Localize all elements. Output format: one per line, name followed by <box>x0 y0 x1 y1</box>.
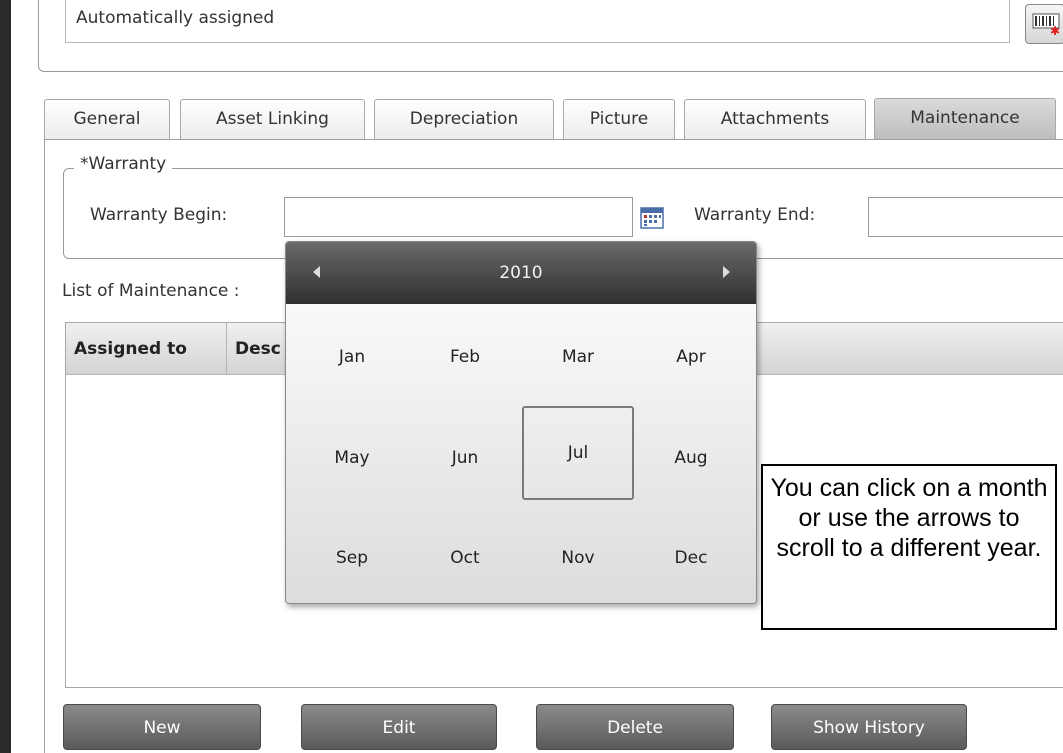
warranty-begin-label: Warranty Begin: <box>90 205 228 225</box>
tab-maintenance-label: Maintenance <box>910 108 1020 128</box>
calendar-icon <box>640 207 664 229</box>
tab-attachments-label: Attachments <box>720 109 830 129</box>
month-may[interactable]: May <box>296 411 408 505</box>
tab-attachments[interactable]: Attachments <box>684 99 866 139</box>
month-feb[interactable]: Feb <box>409 310 521 404</box>
warranty-begin-input[interactable] <box>284 197 633 237</box>
maintenance-list-label: List of Maintenance : <box>62 281 240 301</box>
warranty-end-input[interactable] <box>868 197 1063 237</box>
month-mar[interactable]: Mar <box>522 310 634 404</box>
tab-general[interactable]: General <box>44 99 170 139</box>
tab-depreciation-label: Depreciation <box>409 109 519 129</box>
edit-button[interactable]: Edit <box>301 704 497 750</box>
asset-id-field[interactable]: Automatically assigned <box>65 0 1010 43</box>
warranty-end-label: Warranty End: <box>694 205 816 225</box>
warranty-legend: *Warranty <box>74 154 173 174</box>
svg-text:✱: ✱ <box>1050 24 1060 35</box>
month-jan[interactable]: Jan <box>296 310 408 404</box>
month-jun[interactable]: Jun <box>409 411 521 505</box>
tab-picture[interactable]: Picture <box>563 99 675 139</box>
tab-depreciation[interactable]: Depreciation <box>374 99 554 139</box>
month-aug[interactable]: Aug <box>635 411 747 505</box>
month-oct[interactable]: Oct <box>409 511 521 605</box>
delete-button[interactable]: Delete <box>536 704 734 750</box>
year-label[interactable]: 2010 <box>286 242 756 304</box>
column-description-label: Desc <box>235 339 281 359</box>
triangle-right-icon[interactable] <box>723 266 730 278</box>
tab-asset-linking-label: Asset Linking <box>216 109 329 129</box>
instruction-callout: You can click on a month or use the arro… <box>761 464 1057 630</box>
month-dec[interactable]: Dec <box>635 511 747 605</box>
triangle-left-icon[interactable] <box>313 266 320 278</box>
show-history-button[interactable]: Show History <box>771 704 967 750</box>
month-jul[interactable]: Jul <box>522 406 634 500</box>
month-picker-popup: 2010 Jan Feb Mar Apr May Jun Jul Aug Sep… <box>285 241 757 604</box>
tab-asset-linking[interactable]: Asset Linking <box>180 99 365 139</box>
column-header-assigned-to[interactable]: Assigned to <box>66 323 227 375</box>
new-button[interactable]: New <box>63 704 261 750</box>
month-sep[interactable]: Sep <box>296 511 408 605</box>
tab-maintenance[interactable]: Maintenance <box>874 98 1056 140</box>
column-assigned-to-label: Assigned to <box>74 339 187 359</box>
tab-picture-label: Picture <box>589 109 649 129</box>
calendar-button[interactable] <box>638 204 670 236</box>
window-left-border <box>0 0 11 753</box>
month-nov[interactable]: Nov <box>522 511 634 605</box>
month-apr[interactable]: Apr <box>635 310 747 404</box>
tab-general-label: General <box>73 109 141 129</box>
barcode-button[interactable]: ✱ <box>1025 4 1063 44</box>
barcode-icon: ✱ <box>1032 13 1060 35</box>
month-picker-header: 2010 <box>286 242 756 304</box>
asset-id-value: Automatically assigned <box>76 8 275 28</box>
